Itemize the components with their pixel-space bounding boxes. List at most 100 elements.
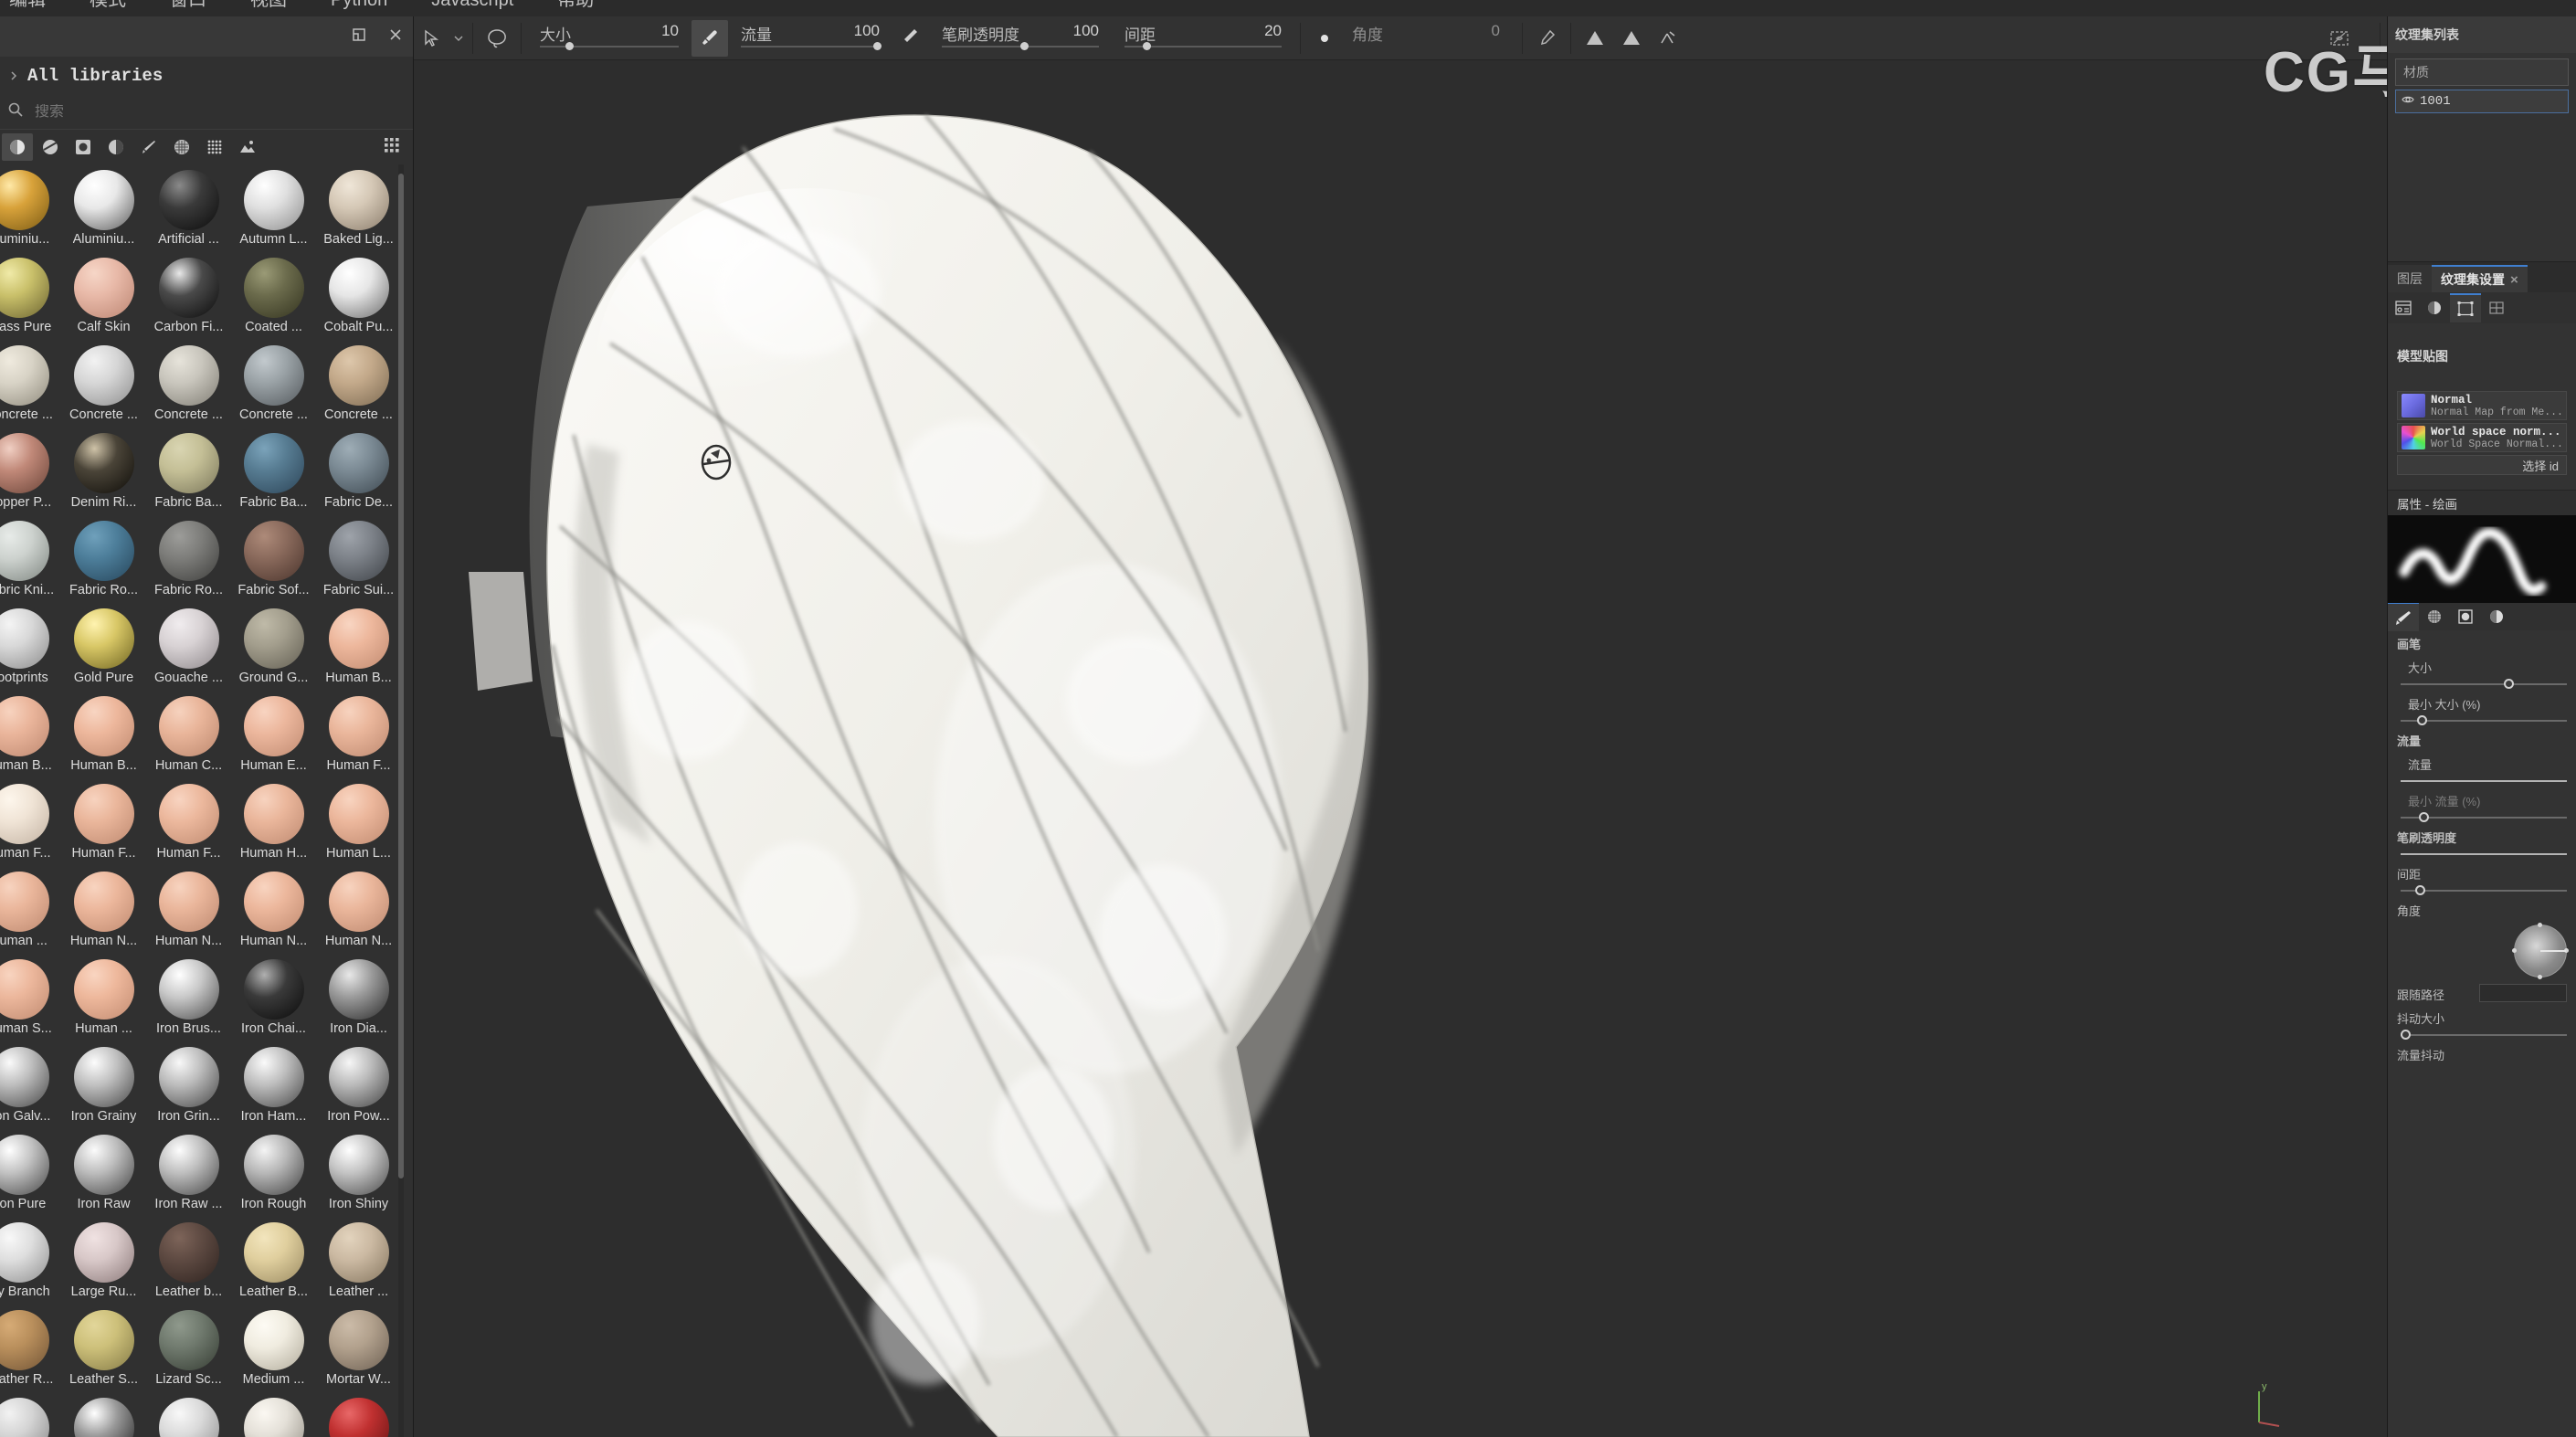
material-swatch[interactable]: Mortar W... — [316, 1305, 401, 1392]
brush-size-slider[interactable] — [540, 41, 679, 50]
menu-item-window[interactable]: 窗口 — [170, 0, 206, 9]
material-swatch[interactable]: Gouache ... — [146, 603, 231, 691]
material-swatch[interactable]: Human N... — [146, 866, 231, 954]
material-swatch[interactable]: Human ... — [61, 954, 146, 1041]
material-swatch[interactable]: Concrete ... — [61, 340, 146, 428]
subtab-brush-icon[interactable] — [2388, 602, 2419, 631]
material-swatch[interactable]: Fabric Ro... — [146, 515, 231, 603]
material-swatch[interactable]: Human B... — [0, 691, 61, 778]
brush-flow-slider[interactable] — [741, 41, 882, 50]
menu-item-edit[interactable]: 编辑 — [9, 0, 46, 9]
eraser-tool-icon[interactable] — [892, 20, 929, 57]
material-swatch[interactable]: Large Ru... — [61, 1217, 146, 1305]
material-swatch[interactable]: Human B... — [316, 603, 401, 691]
subtab-stencil-icon[interactable] — [2450, 602, 2481, 631]
library-breadcrumb[interactable]: All libraries — [0, 57, 413, 95]
subtab-mesh-maps-icon[interactable] — [2450, 293, 2481, 322]
material-swatch[interactable] — [146, 1392, 231, 1437]
material-swatch[interactable]: Leather ... — [316, 1217, 401, 1305]
material-swatch[interactable]: Concrete ... — [316, 340, 401, 428]
material-swatch[interactable]: Human H... — [231, 778, 316, 866]
mesh-map-row-normal[interactable]: Normal Normal Map from Me... — [2397, 391, 2567, 420]
material-swatch[interactable]: Gold Pure — [61, 603, 146, 691]
material-swatch[interactable]: Human E... — [231, 691, 316, 778]
brush-size-field[interactable]: 大小 10 — [527, 18, 692, 58]
material-swatch[interactable]: Iron Shiny — [316, 1129, 401, 1217]
material-swatch[interactable]: Fabric Sui... — [316, 515, 401, 603]
hide-display-icon[interactable] — [2321, 20, 2358, 57]
material-swatch[interactable]: Human F... — [146, 778, 231, 866]
material-swatch[interactable]: Fabric Sof... — [231, 515, 316, 603]
material-swatch[interactable]: Fabric Kni... — [0, 515, 61, 603]
material-swatch[interactable]: Human F... — [316, 691, 401, 778]
material-swatch[interactable]: Lizard Sc... — [146, 1305, 231, 1392]
tab-texture-set-settings[interactable]: 纹理集设置 × — [2432, 265, 2528, 292]
material-swatch[interactable]: Human N... — [316, 866, 401, 954]
material-swatch[interactable]: Brass Pure — [0, 252, 61, 340]
subtab-texture-set-icon[interactable] — [2388, 293, 2419, 322]
material-swatch[interactable]: Iron Pure — [0, 1129, 61, 1217]
brush-opacity-param-slider[interactable] — [2401, 848, 2567, 861]
material-swatch[interactable] — [316, 1392, 401, 1437]
brush-tool-icon[interactable] — [692, 19, 728, 57]
subtab-uv-icon[interactable] — [2481, 293, 2512, 322]
brush-opacity-field[interactable]: 笔刷透明度 100 — [929, 18, 1112, 58]
material-swatch[interactable]: Human N... — [231, 866, 316, 954]
cursor-tool-icon[interactable] — [414, 20, 450, 57]
material-swatch[interactable]: Iron Brus... — [146, 954, 231, 1041]
material-swatch[interactable]: Leather R... — [0, 1305, 61, 1392]
tab-layers[interactable]: 图层 — [2388, 265, 2432, 292]
material-swatch[interactable]: Human F... — [0, 778, 61, 866]
select-id-button[interactable]: 选择 id — [2397, 455, 2567, 475]
polygon-fill-icon[interactable] — [1577, 20, 1613, 57]
menu-item-javascript[interactable]: Javascript — [431, 0, 513, 9]
material-swatch[interactable]: Ground G... — [231, 603, 316, 691]
material-swatch[interactable]: Iron Pow... — [316, 1041, 401, 1129]
menu-item-view[interactable]: 视图 — [250, 0, 287, 9]
material-swatch[interactable] — [61, 1392, 146, 1437]
material-swatch[interactable]: Denim Ri... — [61, 428, 146, 515]
texture-set-item-1001[interactable]: 1001 — [2395, 90, 2569, 113]
material-swatch[interactable]: Aluminiu... — [61, 164, 146, 252]
grid-view-toggle-icon[interactable] — [382, 135, 402, 160]
material-swatch[interactable]: Human N... — [61, 866, 146, 954]
follow-path-row[interactable]: 跟随路径 — [2388, 981, 2576, 1005]
material-swatch[interactable]: Human B... — [61, 691, 146, 778]
brush-spacing-field[interactable]: 间距 20 — [1112, 18, 1294, 58]
flow-min-slider[interactable] — [2401, 811, 2567, 824]
spacing-param-slider[interactable] — [2401, 884, 2567, 897]
flow-param-slider[interactable] — [2401, 775, 2567, 787]
library-tab-smart-masks[interactable] — [68, 133, 99, 161]
material-swatch[interactable]: Iron Ham... — [231, 1041, 316, 1129]
material-swatch[interactable]: Fabric Ba... — [146, 428, 231, 515]
material-swatch[interactable]: Aluminiu... — [0, 164, 61, 252]
eyedropper-icon[interactable] — [1528, 20, 1565, 57]
brush-flow-field[interactable]: 流量 100 — [728, 18, 892, 58]
material-swatch[interactable]: Iron Dia... — [316, 954, 401, 1041]
library-tab-generators[interactable] — [100, 133, 132, 161]
material-swatch[interactable]: Iron Grin... — [146, 1041, 231, 1129]
material-swatch[interactable]: Iron Raw — [61, 1129, 146, 1217]
subtab-alpha-icon[interactable] — [2419, 602, 2450, 631]
brush-angle-field[interactable]: 角度 0 — [1343, 18, 1516, 58]
brush-spacing-slider[interactable] — [1124, 41, 1282, 50]
menu-item-python[interactable]: Python — [331, 0, 387, 9]
material-swatch[interactable]: Calf Skin — [61, 252, 146, 340]
size-jitter-slider[interactable] — [2401, 1029, 2567, 1041]
paint-bucket-icon[interactable] — [1613, 20, 1650, 57]
search-input[interactable] — [35, 103, 345, 121]
material-swatch[interactable]: Human S... — [0, 954, 61, 1041]
material-swatch[interactable]: Fabric Ba... — [231, 428, 316, 515]
mesh-map-row-world-space-normal[interactable]: World space norm... World Space Normal..… — [2397, 423, 2567, 452]
library-tab-textures[interactable] — [199, 133, 230, 161]
texture-set-search[interactable]: 材质 — [2395, 58, 2569, 86]
material-swatch[interactable]: Copper P... — [0, 428, 61, 515]
material-swatch[interactable]: Leather b... — [146, 1217, 231, 1305]
material-swatch[interactable]: Fabric De... — [316, 428, 401, 515]
chevron-down-icon[interactable] — [450, 20, 467, 57]
follow-path-field[interactable] — [2479, 984, 2567, 1002]
material-swatch[interactable]: Iron Rough — [231, 1129, 316, 1217]
material-swatch[interactable] — [231, 1392, 316, 1437]
material-swatch[interactable]: Iron Chai... — [231, 954, 316, 1041]
material-swatch[interactable] — [0, 1392, 61, 1437]
